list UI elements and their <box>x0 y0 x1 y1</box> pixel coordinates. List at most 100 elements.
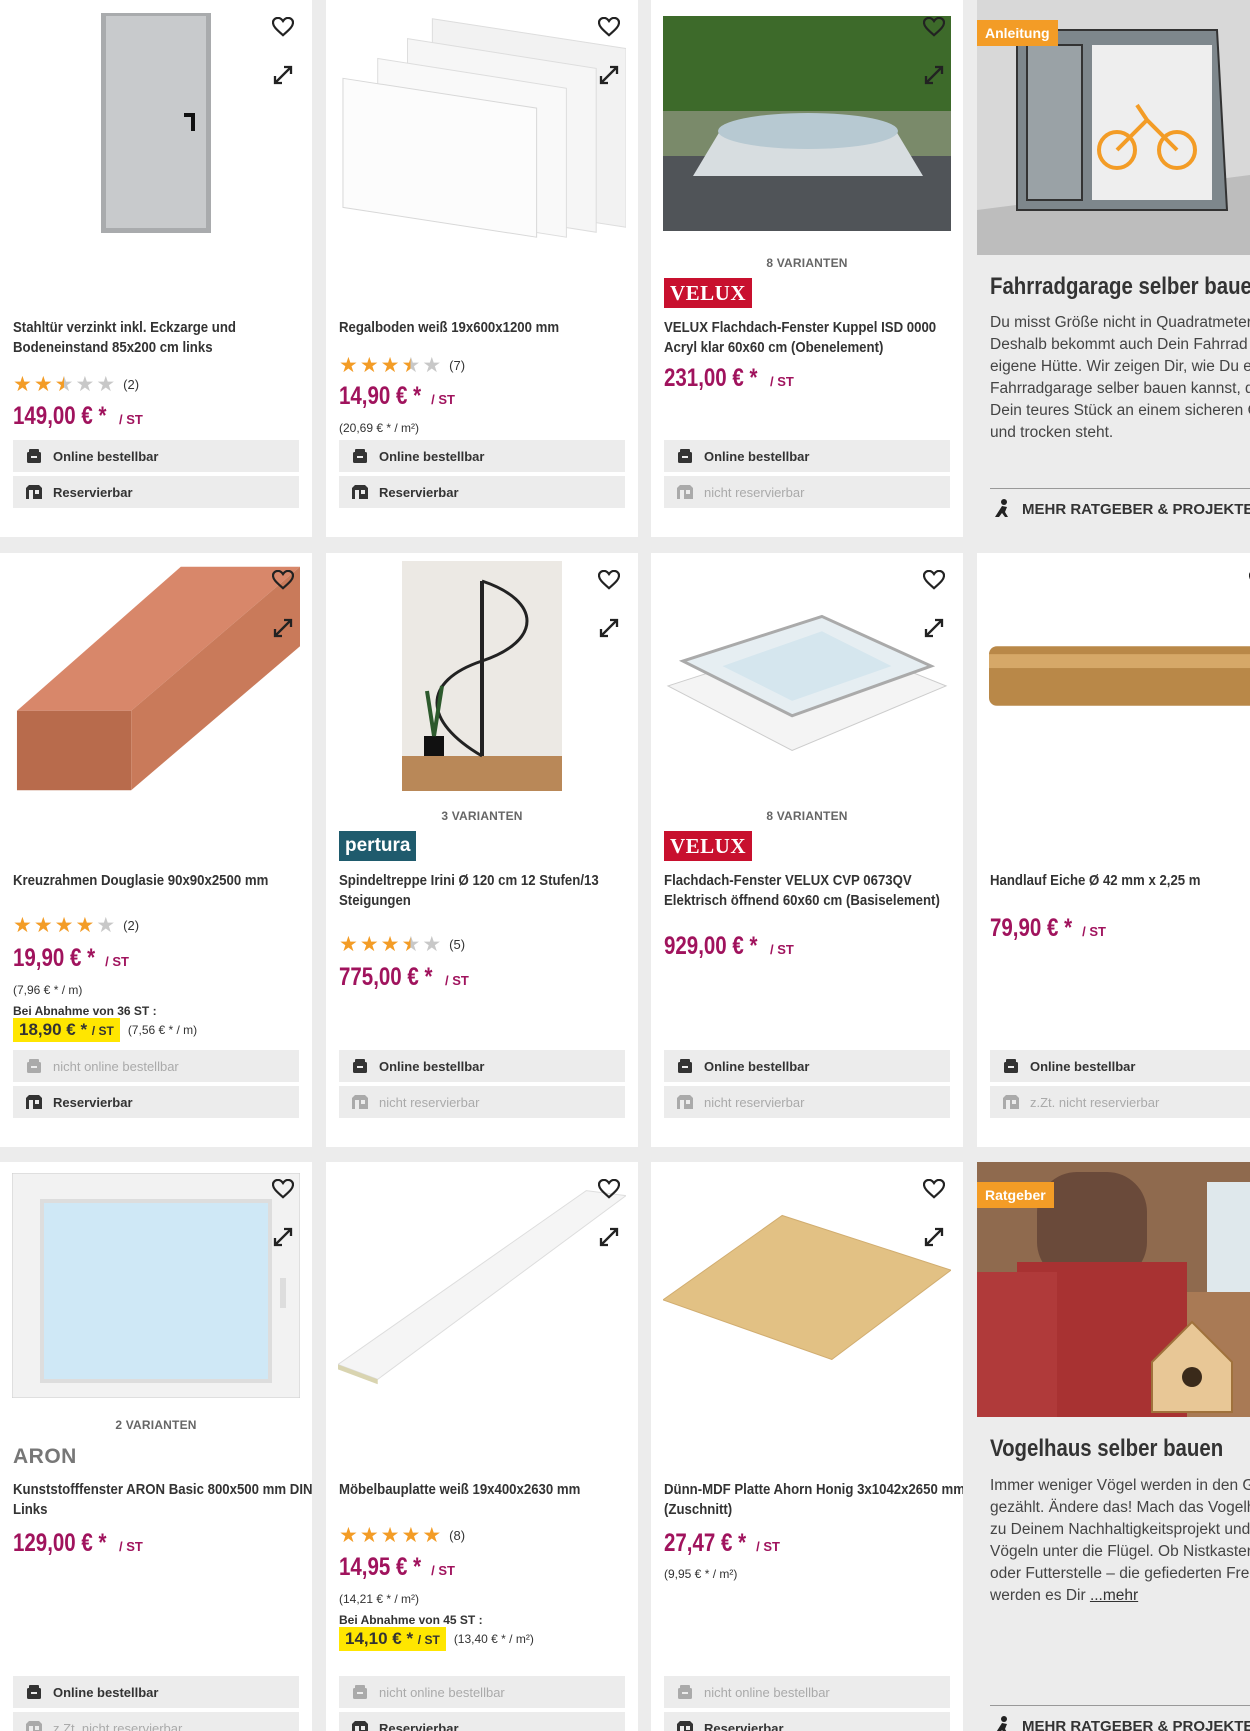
product-image[interactable] <box>12 8 300 238</box>
online-availability[interactable]: nicht online bestellbar <box>664 1676 950 1708</box>
product-price: 929,00 € * / ST <box>664 932 794 961</box>
compare-icon[interactable] <box>921 615 947 641</box>
online-availability[interactable]: Online bestellbar <box>990 1050 1250 1082</box>
product-title[interactable]: Spindeltreppe Irini Ø 120 cm 12 Stufen/1… <box>339 871 638 911</box>
product-image[interactable] <box>12 1170 300 1400</box>
rating-count: (2) <box>123 917 140 933</box>
product-title[interactable]: Dünn-MDF Platte Ahorn Honig 3x1042x2650 … <box>664 1480 963 1520</box>
article-card[interactable]: Anleitung Fahrradgarage selber bauen Du mi… <box>977 0 1250 537</box>
rating-stars[interactable]: ★ ★ ★ ★ ★ (8) <box>339 1525 466 1546</box>
compare-icon[interactable] <box>596 1224 622 1250</box>
heart-icon[interactable] <box>596 1176 622 1202</box>
reserve-availability[interactable]: Reservierbar <box>339 476 625 508</box>
price-unit: / ST <box>119 412 143 427</box>
more-guides-link[interactable]: MEHR RATGEBER & PROJEKTE <box>990 488 1250 530</box>
more-guides-label: MEHR RATGEBER & PROJEKTE <box>1022 501 1250 518</box>
rating-stars[interactable]: ★ ★ ★ ★ ★ (2) <box>13 374 139 395</box>
product-card[interactable]: Möbelbauplatte weiß 19x400x2630 mm ★ ★ ★ ★ ★(… <box>326 1162 638 1731</box>
article-tag: Ratgeber <box>977 1182 1054 1208</box>
heart-icon[interactable] <box>270 567 296 593</box>
worker-icon <box>992 498 1012 522</box>
rating-stars[interactable]: ★ ★ ★ ★ ★ (5) <box>339 934 465 955</box>
heart-icon[interactable] <box>921 567 947 593</box>
compare-icon[interactable] <box>596 62 622 88</box>
price-unit: / ST <box>431 392 455 407</box>
product-card[interactable]: 2 VARIANTEN ARON Kunststofffenster ARON Ba… <box>0 1162 312 1731</box>
heart-icon[interactable] <box>596 567 622 593</box>
compare-icon[interactable] <box>921 1224 947 1250</box>
bulk-price-amount: 14,10 € * <box>345 1629 414 1648</box>
product-card[interactable]: Handlauf Eiche Ø 42 mm x 2,25 m 79,90 € *… <box>977 553 1250 1147</box>
heart-icon[interactable] <box>270 1176 296 1202</box>
product-card[interactable]: Stahltür verzinkt inkl. Eckzarge und Bod… <box>0 0 312 537</box>
heart-icon[interactable] <box>596 14 622 40</box>
variants-label[interactable]: 2 VARIANTEN <box>0 1418 312 1432</box>
reserve-availability[interactable]: nicht reservierbar <box>664 1086 950 1118</box>
rating-stars[interactable]: ★ ★ ★ ★ ★ (2) <box>13 915 140 936</box>
online-availability[interactable]: Online bestellbar <box>339 1050 625 1082</box>
product-title[interactable]: Handlauf Eiche Ø 42 mm x 2,25 m <box>990 871 1250 891</box>
store-icon <box>676 484 694 500</box>
product-title[interactable]: Flachdach-Fenster VELUX CVP 0673QV Elekt… <box>664 871 963 911</box>
online-availability[interactable]: Online bestellbar <box>13 1676 299 1708</box>
variants-label[interactable]: 8 VARIANTEN <box>651 256 963 270</box>
product-card[interactable]: Regalboden weiß 19x600x1200 mm ★ ★ ★ ★ ★ (7) 14… <box>326 0 638 537</box>
product-card[interactable]: Kreuzrahmen Douglasie 90x90x2500 mm ★ ★ ★ ★ ★… <box>0 553 312 1147</box>
online-availability[interactable]: Online bestellbar <box>339 440 625 472</box>
reserve-availability[interactable]: nicht reservierbar <box>339 1086 625 1118</box>
product-image[interactable] <box>12 561 300 791</box>
price-amount: 79,90 € * <box>990 914 1073 942</box>
online-availability[interactable]: nicht online bestellbar <box>339 1676 625 1708</box>
product-title[interactable]: Kunststofffenster ARON Basic 800x500 mm … <box>13 1480 312 1520</box>
reserve-availability[interactable]: Reservierbar <box>339 1712 625 1731</box>
more-guides-link[interactable]: MEHR RATGEBER & PROJEKTE <box>990 1705 1250 1731</box>
reserve-availability[interactable]: Reservierbar <box>13 1086 299 1118</box>
article-title[interactable]: Vogelhaus selber bauen <box>990 1435 1223 1463</box>
product-card[interactable]: 8 VARIANTEN VELUX Flachdach-Fenster VELUX … <box>651 553 963 1147</box>
store-icon <box>351 1720 369 1731</box>
product-image[interactable] <box>989 561 1250 791</box>
product-card[interactable]: 3 VARIANTEN pertura Spindeltreppe Irini Ø … <box>326 553 638 1147</box>
product-title[interactable]: Stahltür verzinkt inkl. Eckzarge und Bod… <box>13 318 312 358</box>
compare-icon[interactable] <box>270 1224 296 1250</box>
box-icon <box>351 1684 369 1700</box>
heart-icon[interactable] <box>921 1176 947 1202</box>
variants-label[interactable]: 3 VARIANTEN <box>326 809 638 823</box>
rating-stars[interactable]: ★ ★ ★ ★ ★ (7) <box>339 355 466 376</box>
online-availability[interactable]: nicht online bestellbar <box>13 1050 299 1082</box>
reserve-availability[interactable]: Reservierbar <box>664 1712 950 1731</box>
read-more-link[interactable]: ...mehr <box>1090 1587 1138 1604</box>
product-title[interactable]: VELUX Flachdach-Fenster Kuppel ISD 0000 … <box>664 318 963 358</box>
product-image[interactable] <box>663 8 951 238</box>
price-amount: 231,00 € * <box>664 364 758 392</box>
reserve-availability[interactable]: Reservierbar <box>13 476 299 508</box>
product-card[interactable]: Dünn-MDF Platte Ahorn Honig 3x1042x2650 … <box>651 1162 963 1731</box>
variants-label[interactable]: 8 VARIANTEN <box>651 809 963 823</box>
compare-icon[interactable] <box>921 62 947 88</box>
product-title[interactable]: Möbelbauplatte weiß 19x400x2630 mm <box>339 1480 638 1500</box>
compare-icon[interactable] <box>596 615 622 641</box>
rating-count: (7) <box>449 357 466 373</box>
product-image[interactable] <box>338 8 626 238</box>
compare-icon[interactable] <box>270 62 296 88</box>
heart-icon[interactable] <box>921 14 947 40</box>
product-title[interactable]: Regalboden weiß 19x600x1200 mm <box>339 318 638 338</box>
rating-count: (8) <box>449 1527 466 1543</box>
online-status: Online bestellbar <box>704 448 810 464</box>
article-card[interactable]: Ratgeber Vogelhaus selber bauen Immer weni… <box>977 1162 1250 1731</box>
product-image[interactable] <box>338 1170 626 1400</box>
compare-icon[interactable] <box>270 615 296 641</box>
online-availability[interactable]: Online bestellbar <box>664 1050 950 1082</box>
heart-icon[interactable] <box>270 14 296 40</box>
reserve-availability[interactable]: nicht reservierbar <box>664 476 950 508</box>
product-image[interactable] <box>663 561 951 791</box>
product-title[interactable]: Kreuzrahmen Douglasie 90x90x2500 mm <box>13 871 312 891</box>
reserve-availability[interactable]: z.Zt. nicht reservierbar <box>13 1712 299 1731</box>
article-title[interactable]: Fahrradgarage selber bauen <box>990 273 1250 301</box>
online-availability[interactable]: Online bestellbar <box>13 440 299 472</box>
online-availability[interactable]: Online bestellbar <box>664 440 950 472</box>
product-image[interactable] <box>663 1170 951 1400</box>
reserve-availability[interactable]: z.Zt. nicht reservierbar <box>990 1086 1250 1118</box>
product-card[interactable]: 8 VARIANTEN VELUX VELUX Flachdach-Fenster … <box>651 0 963 537</box>
product-image[interactable] <box>338 561 626 791</box>
